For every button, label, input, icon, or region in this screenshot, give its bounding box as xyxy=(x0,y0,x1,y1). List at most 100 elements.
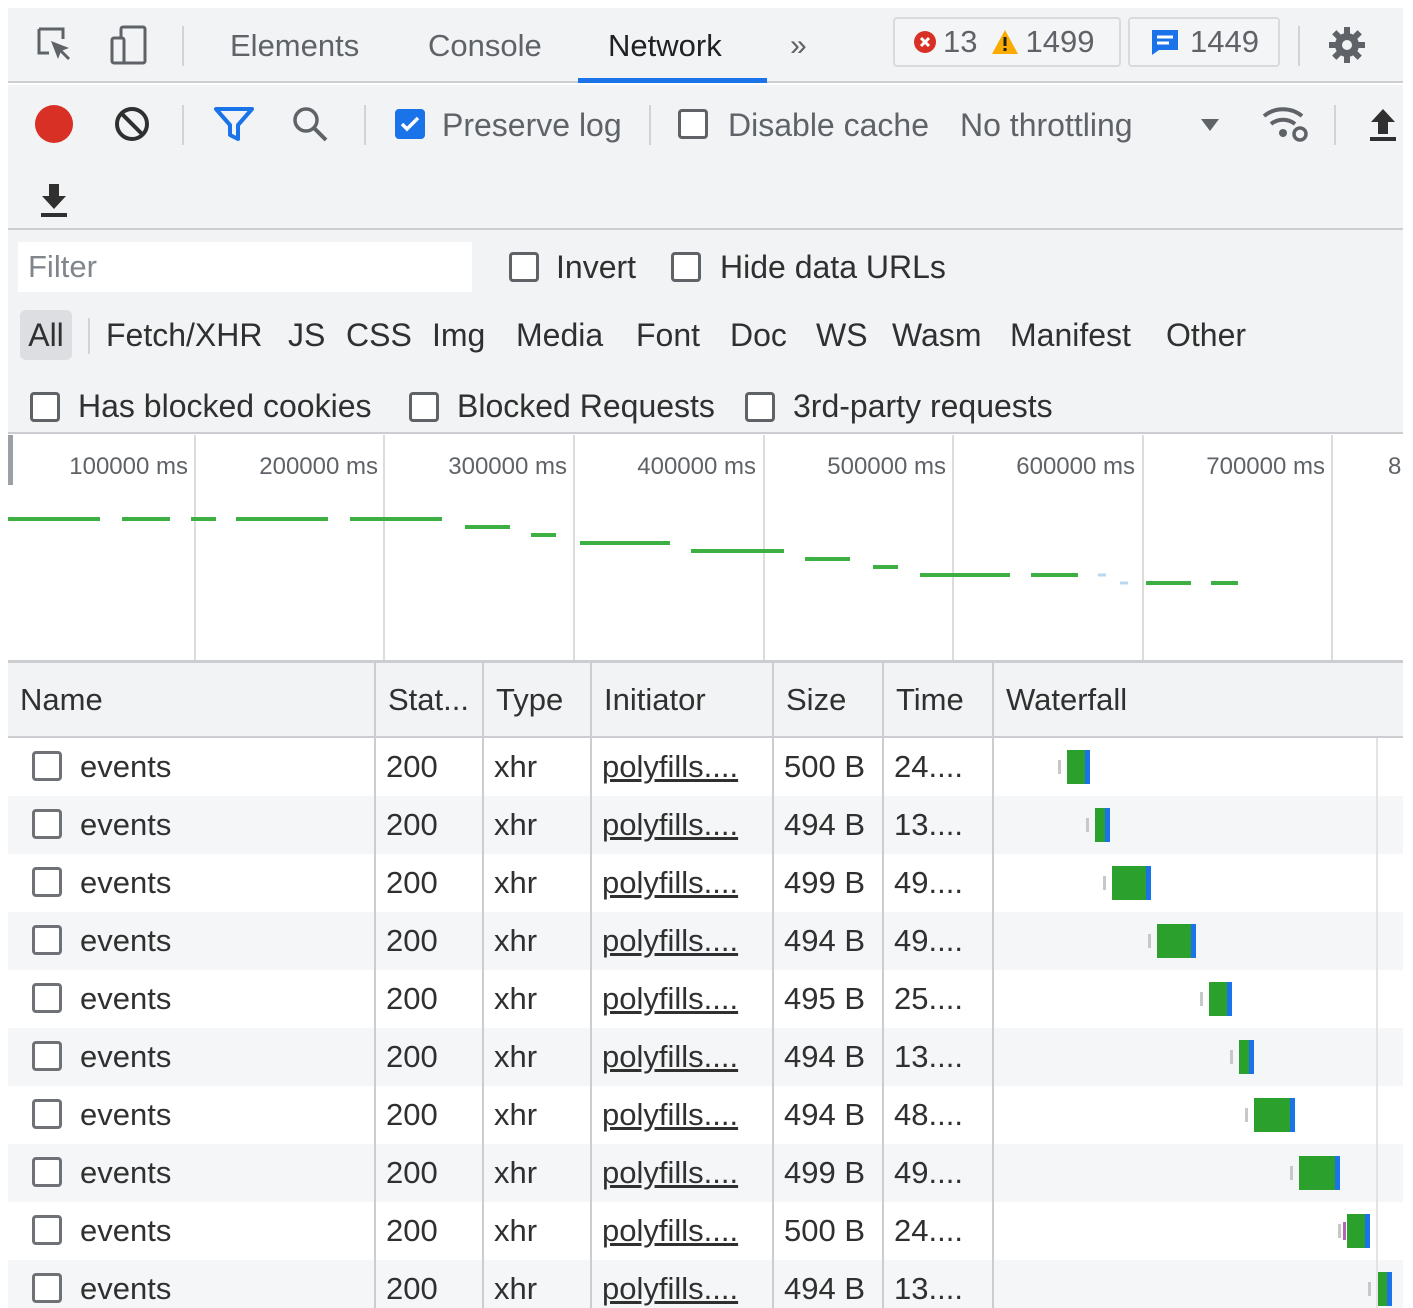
filter-type-js[interactable]: JS xyxy=(288,310,325,360)
row-select-checkbox[interactable] xyxy=(32,751,62,781)
initiator-link[interactable]: polyfills.... xyxy=(602,923,738,958)
filter-type-fetch-xhr[interactable]: Fetch/XHR xyxy=(106,310,262,360)
row-select-checkbox[interactable] xyxy=(32,925,62,955)
filter-type-doc[interactable]: Doc xyxy=(730,310,787,360)
initiator-link[interactable]: polyfills.... xyxy=(602,749,738,784)
waterfall-bar[interactable] xyxy=(1200,982,1232,1016)
initiator-link[interactable]: polyfills.... xyxy=(602,1097,738,1132)
row-select-checkbox[interactable] xyxy=(32,1041,62,1071)
record-button[interactable] xyxy=(32,102,76,146)
row-select-checkbox[interactable] xyxy=(32,1157,62,1187)
waterfall-bar[interactable] xyxy=(1245,1098,1295,1132)
cell-name[interactable]: events xyxy=(68,1260,368,1308)
cell-name[interactable]: events xyxy=(68,1144,368,1202)
cell-name[interactable]: events xyxy=(68,912,368,970)
initiator-link[interactable]: polyfills.... xyxy=(602,1271,738,1306)
column-header-name[interactable]: Name xyxy=(8,663,374,736)
cell-name[interactable]: events xyxy=(68,1086,368,1144)
messages-counter[interactable]: 1449 xyxy=(1128,17,1280,67)
cell-name[interactable]: events xyxy=(68,1202,368,1260)
blocked-requests-checkbox[interactable] xyxy=(409,392,439,422)
column-header-waterfall[interactable]: Waterfall xyxy=(992,663,1403,736)
cell-name[interactable]: events xyxy=(68,854,368,912)
filter-type-img[interactable]: Img xyxy=(432,310,485,360)
row-select-checkbox[interactable] xyxy=(32,1273,62,1303)
filter-type-manifest[interactable]: Manifest xyxy=(1010,310,1131,360)
column-header-size[interactable]: Size xyxy=(772,663,882,736)
filter-type-all[interactable]: All xyxy=(20,310,72,360)
filter-type-ws[interactable]: WS xyxy=(816,310,868,360)
table-row[interactable]: events 200 xhr polyfills.... 494 B 49.... xyxy=(8,912,1403,970)
disable-cache-label[interactable]: Disable cache xyxy=(728,105,929,145)
third-party-requests-checkbox[interactable] xyxy=(745,392,775,422)
table-row[interactable]: events 200 xhr polyfills.... 494 B 13.... xyxy=(8,796,1403,854)
filter-type-media[interactable]: Media xyxy=(516,310,603,360)
clear-button[interactable] xyxy=(110,102,154,146)
preserve-log-checkbox[interactable] xyxy=(395,109,425,139)
tab-console[interactable]: Console xyxy=(428,8,542,83)
cell-name[interactable]: events xyxy=(68,1028,368,1086)
waterfall-bar[interactable] xyxy=(1368,1272,1392,1306)
preserve-log-label[interactable]: Preserve log xyxy=(442,105,622,145)
settings-gear-icon[interactable] xyxy=(1326,24,1368,66)
waterfall-bar[interactable] xyxy=(1058,750,1090,784)
waterfall-bar[interactable] xyxy=(1230,1040,1254,1074)
third-party-requests-label[interactable]: 3rd-party requests xyxy=(793,386,1053,426)
row-select-checkbox[interactable] xyxy=(32,867,62,897)
initiator-link[interactable]: polyfills.... xyxy=(602,1213,738,1248)
waterfall-bar[interactable] xyxy=(1086,808,1110,842)
row-select-checkbox[interactable] xyxy=(32,1215,62,1245)
blocked-requests-label[interactable]: Blocked Requests xyxy=(457,386,715,426)
waterfall-bar[interactable] xyxy=(1290,1156,1340,1190)
row-select-checkbox[interactable] xyxy=(32,809,62,839)
table-row[interactable]: events 200 xhr polyfills.... 499 B 49.... xyxy=(8,854,1403,912)
table-row[interactable]: events 200 xhr polyfills.... 495 B 25.... xyxy=(8,970,1403,1028)
table-row[interactable]: events 200 xhr polyfills.... 494 B 13.... xyxy=(8,1028,1403,1086)
throttling-dropdown-arrow-icon[interactable] xyxy=(1196,111,1224,139)
initiator-link[interactable]: polyfills.... xyxy=(602,865,738,900)
initiator-link[interactable]: polyfills.... xyxy=(602,807,738,842)
column-header-initiator[interactable]: Initiator xyxy=(590,663,772,736)
inspect-element-icon[interactable] xyxy=(34,24,76,66)
has-blocked-cookies-label[interactable]: Has blocked cookies xyxy=(78,386,371,426)
initiator-link[interactable]: polyfills.... xyxy=(602,1155,738,1190)
network-conditions-button[interactable] xyxy=(1258,101,1312,145)
filter-type-other[interactable]: Other xyxy=(1166,310,1246,360)
has-blocked-cookies-checkbox[interactable] xyxy=(30,392,60,422)
disable-cache-checkbox[interactable] xyxy=(678,109,708,139)
export-har-button[interactable] xyxy=(36,179,72,221)
hide-data-urls-checkbox[interactable] xyxy=(671,252,701,282)
column-header-type[interactable]: Type xyxy=(482,663,590,736)
filter-type-font[interactable]: Font xyxy=(636,310,700,360)
column-header-status[interactable]: Stat... xyxy=(374,663,482,736)
table-row[interactable]: events 200 xhr polyfills.... 500 B 24.... xyxy=(8,738,1403,796)
row-select-checkbox[interactable] xyxy=(32,1099,62,1129)
table-row[interactable]: events 200 xhr polyfills.... 500 B 24.... xyxy=(8,1202,1403,1260)
cell-name[interactable]: events xyxy=(68,970,368,1028)
import-har-button[interactable] xyxy=(1363,103,1403,145)
table-row[interactable]: events 200 xhr polyfills.... 494 B 48.... xyxy=(8,1086,1403,1144)
row-select-checkbox[interactable] xyxy=(32,983,62,1013)
issues-counter[interactable]: 13 1499 xyxy=(893,17,1121,67)
invert-checkbox[interactable] xyxy=(509,252,539,282)
table-row[interactable]: events 200 xhr polyfills.... 499 B 49.... xyxy=(8,1144,1403,1202)
hide-data-urls-label[interactable]: Hide data URLs xyxy=(720,247,946,287)
filter-type-wasm[interactable]: Wasm xyxy=(892,310,981,360)
invert-label[interactable]: Invert xyxy=(556,247,636,287)
waterfall-bar[interactable] xyxy=(1103,866,1151,900)
network-overview-timeline[interactable]: 100000 ms 200000 ms 300000 ms 400000 ms … xyxy=(8,435,1403,664)
filter-type-css[interactable]: CSS xyxy=(346,310,412,360)
table-row[interactable]: events 200 xhr polyfills.... 494 B 13.... xyxy=(8,1260,1403,1308)
cell-name[interactable]: events xyxy=(68,738,368,796)
throttling-select[interactable]: No throttling xyxy=(960,105,1133,145)
more-tabs-button[interactable]: » xyxy=(790,8,807,83)
waterfall-bar[interactable] xyxy=(1148,924,1196,958)
filter-toggle-button[interactable] xyxy=(210,102,258,146)
initiator-link[interactable]: polyfills.... xyxy=(602,981,738,1016)
search-button[interactable] xyxy=(288,102,332,146)
filter-input[interactable] xyxy=(18,242,472,292)
device-toolbar-icon[interactable] xyxy=(108,24,150,66)
tab-network[interactable]: Network xyxy=(608,8,722,83)
tab-elements[interactable]: Elements xyxy=(230,8,359,83)
waterfall-bar[interactable] xyxy=(1338,1214,1370,1248)
